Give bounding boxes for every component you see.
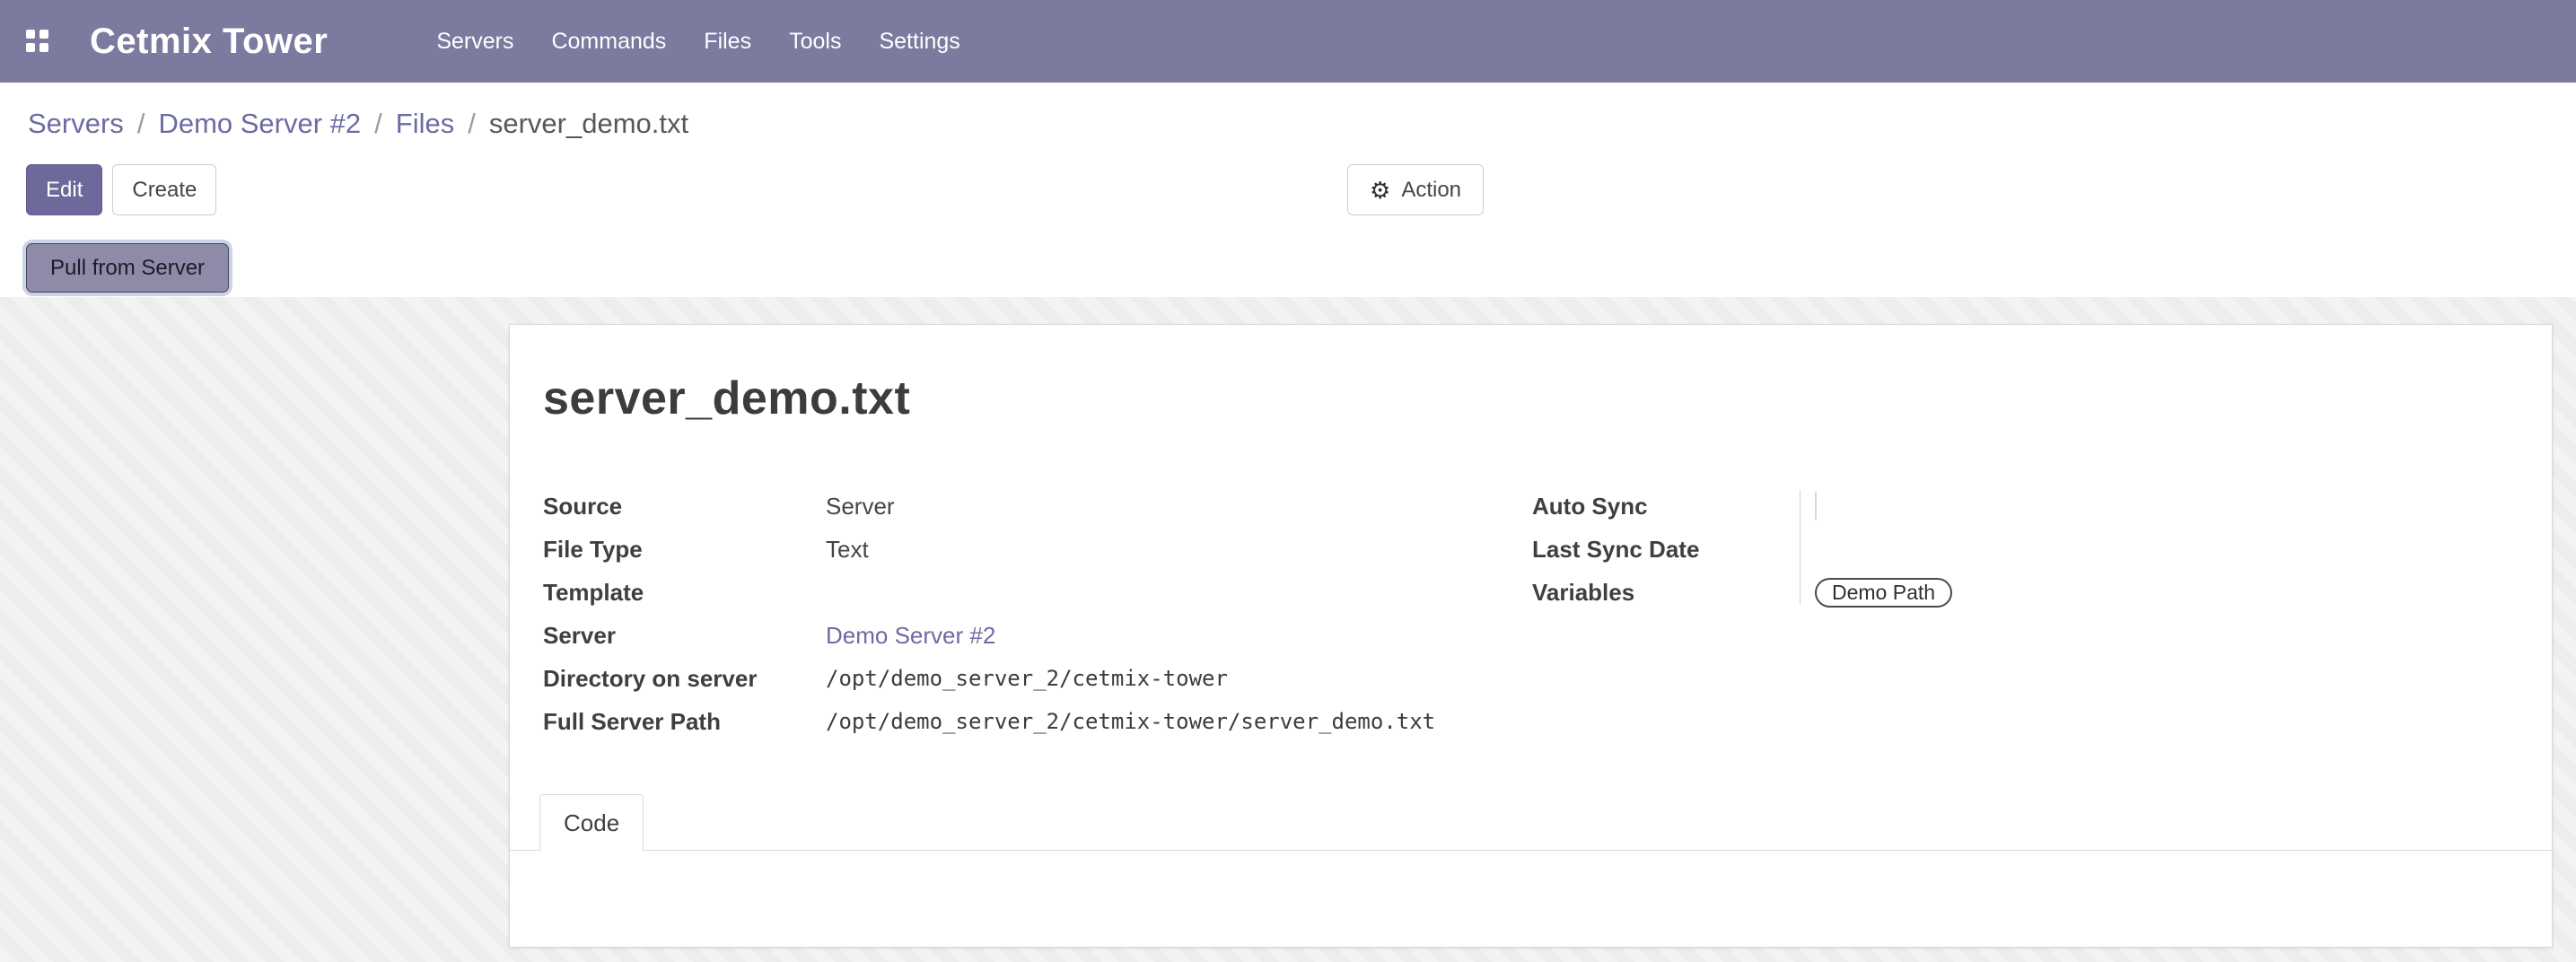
apps-menu-square [26,30,35,39]
field-label: Variables [1532,579,1815,607]
breadcrumb-demo-server[interactable]: Demo Server #2 [158,108,361,140]
pull-from-server-button[interactable]: Pull from Server [26,243,229,293]
field-row-variables: Variables Demo Path [1532,571,2430,614]
notebook-tab-bar: Code [510,794,2552,851]
field-label: Source [543,493,826,520]
menu-commands[interactable]: Commands [532,0,685,83]
field-row-last-sync-date: Last Sync Date [1532,528,2430,571]
edit-button[interactable]: Edit [26,164,102,215]
create-button[interactable]: Create [112,164,216,215]
field-label: Server [543,622,826,650]
tab-code[interactable]: Code [539,794,644,852]
apps-menu-square [39,43,48,52]
field-value-server-link[interactable]: Demo Server #2 [826,622,995,650]
variable-tag: Demo Path [1815,578,1952,608]
field-label: Last Sync Date [1532,536,1815,564]
field-label: Template [543,579,826,607]
gear-icon: ⚙ [1370,179,1390,202]
apps-menu-icon[interactable] [26,30,49,53]
top-navbar: Cetmix Tower Servers Commands Files Tool… [0,0,2576,83]
breadcrumb-current-record: server_demo.txt [489,108,688,140]
code-tab-content [510,852,2552,947]
form-view-background: server_demo.txt Source Server File Type … [0,297,2576,962]
field-value-file-type: Text [826,536,869,564]
field-label: Directory on server [543,665,826,693]
field-row-full-path: Full Server Path /opt/demo_server_2/cetm… [543,700,1512,743]
menu-settings[interactable]: Settings [860,0,978,83]
field-value-source: Server [826,493,895,520]
breadcrumb-separator: / [374,108,382,140]
breadcrumb-separator: / [468,108,476,140]
field-label: Full Server Path [543,708,826,736]
field-row-source: Source Server [543,485,1512,528]
field-row-template: Template [543,571,1512,614]
menu-files[interactable]: Files [685,0,770,83]
auto-sync-checkbox [1815,492,1817,520]
form-sheet: server_demo.txt Source Server File Type … [509,324,2553,948]
breadcrumb: Servers / Demo Server #2 / Files / serve… [0,83,2576,164]
field-label: File Type [543,536,826,564]
field-label: Auto Sync [1532,493,1815,520]
breadcrumb-separator: / [137,108,145,140]
breadcrumb-files[interactable]: Files [396,108,454,140]
column-separator-line [1800,490,1801,605]
field-value-full-path: /opt/demo_server_2/cetmix-tower/server_d… [826,709,1435,734]
apps-menu-square [39,30,48,39]
breadcrumb-servers[interactable]: Servers [28,108,124,140]
action-menu-label: Action [1401,179,1461,201]
record-title: server_demo.txt [543,372,910,425]
field-row-auto-sync: Auto Sync [1532,485,2430,528]
app-brand-title[interactable]: Cetmix Tower [90,22,328,62]
apps-menu-square [26,43,35,52]
form-statusbar: Pull from Server [0,230,2576,297]
field-group-right: Auto Sync Last Sync Date Variables Demo … [1532,485,2430,614]
menu-tools[interactable]: Tools [770,0,860,83]
action-menu-button[interactable]: ⚙ Action [1347,164,1484,215]
menu-servers[interactable]: Servers [417,0,532,83]
field-row-server: Server Demo Server #2 [543,614,1512,657]
form-control-row: Edit Create ⚙ Action [0,164,2576,230]
field-value-directory: /opt/demo_server_2/cetmix-tower [826,666,1228,691]
field-row-file-type: File Type Text [543,528,1512,571]
field-row-directory: Directory on server /opt/demo_server_2/c… [543,657,1512,700]
field-group-left: Source Server File Type Text Template Se… [543,485,1512,743]
top-menu: Servers Commands Files Tools Settings [417,0,978,83]
